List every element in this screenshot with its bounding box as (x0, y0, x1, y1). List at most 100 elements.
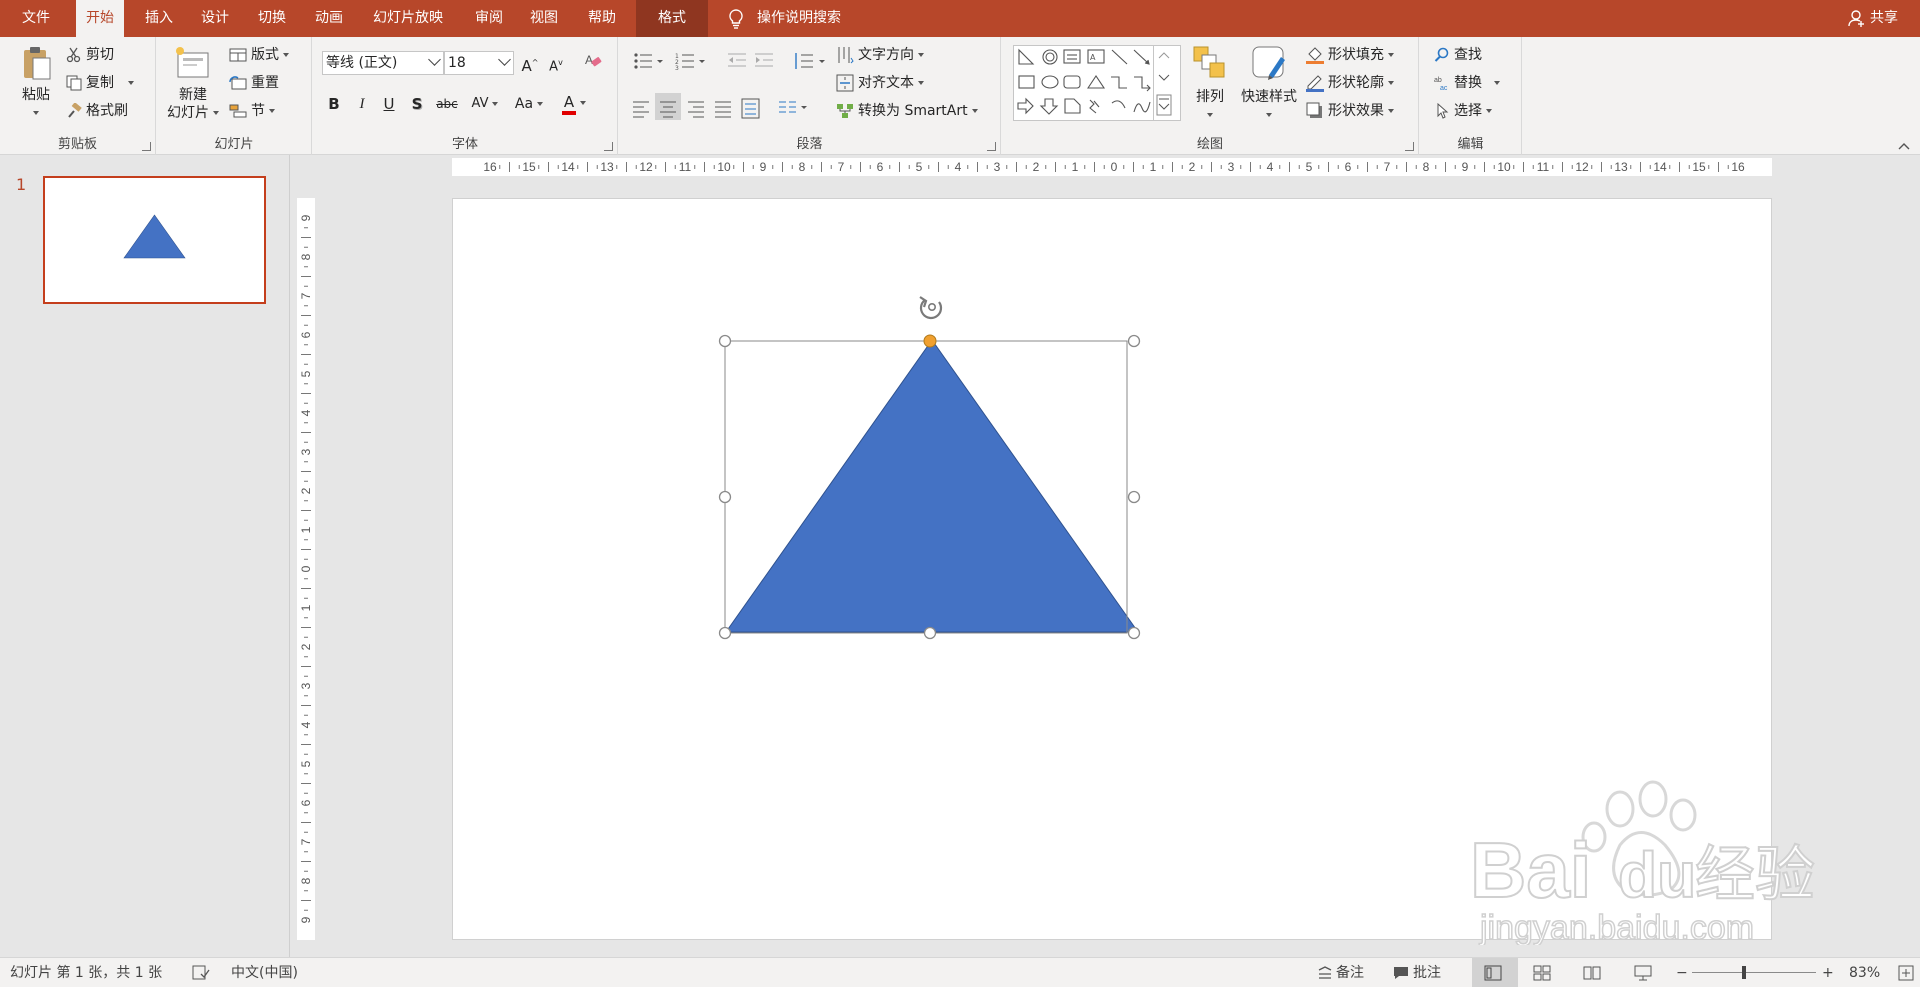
tab-format[interactable]: 格式 (636, 0, 708, 37)
tab-transitions[interactable]: 切换 (248, 0, 296, 37)
rotate-handle[interactable] (919, 296, 943, 320)
shapes-gallery-scroll[interactable] (1153, 45, 1174, 121)
resize-handle-left[interactable] (718, 490, 732, 504)
section-button[interactable]: 节 (229, 99, 275, 123)
shape-outline-button[interactable]: 形状轮廓 (1306, 71, 1394, 95)
vertical-ruler[interactable]: 9 8 7 6 5 4 3 2 1 0 1 2 3 4 5 6 7 8 9 (297, 198, 315, 940)
fit-slide-button[interactable] (1898, 958, 1918, 987)
chevron-down-icon (283, 53, 289, 57)
layout-button[interactable]: 版式 (229, 43, 289, 67)
slide-thumbnail[interactable] (43, 176, 266, 304)
find-button[interactable]: 查找 (1434, 43, 1482, 67)
normal-view-button[interactable] (1472, 958, 1518, 987)
ruler-label: 6 (299, 331, 313, 338)
bullets-button[interactable] (633, 49, 667, 73)
shrink-font-button[interactable]: Av (544, 51, 568, 75)
select-button[interactable]: 选择 (1434, 99, 1492, 123)
resize-handle-bottom[interactable] (923, 626, 937, 640)
tab-help[interactable]: 帮助 (578, 0, 626, 37)
align-center-button[interactable] (655, 93, 681, 120)
collapse-ribbon-icon[interactable] (1898, 142, 1910, 150)
tab-view[interactable]: 视图 (520, 0, 568, 37)
shape-fill-button[interactable]: 形状填充 (1306, 43, 1394, 67)
convert-smartart-button[interactable]: 转换为 SmartArt (836, 99, 978, 123)
text-shadow-button[interactable]: S (405, 92, 429, 116)
horizontal-ruler[interactable]: 16 15 14 13 12 11 10 9 8 7 6 5 4 3 2 1 0 1 2 3 4 5 6 7 8 9 10 11 12 1… (452, 158, 1772, 176)
justify-button[interactable] (713, 95, 735, 121)
underline-button[interactable]: U (377, 92, 401, 116)
dialog-launcher-icon[interactable] (142, 142, 151, 151)
ruler-label: 2 (1033, 160, 1040, 174)
resize-handle-top-right[interactable] (1127, 334, 1141, 348)
triangle-shape[interactable] (725, 339, 1139, 633)
line-spacing-button[interactable] (791, 49, 827, 73)
bold-button[interactable]: B (322, 92, 346, 116)
tab-home[interactable]: 开始 (76, 0, 124, 37)
tab-slideshow[interactable]: 幻灯片放映 (363, 0, 453, 37)
increase-indent-button[interactable] (754, 49, 778, 73)
section-label: 节 (251, 103, 265, 119)
paste-button[interactable]: 粘贴 (14, 45, 58, 122)
arrange-button[interactable]: 排列 (1188, 45, 1232, 124)
align-right-button[interactable] (685, 95, 707, 121)
zoom-in-button[interactable]: + (1822, 958, 1834, 987)
distributed-button[interactable] (740, 95, 762, 121)
share-label: 共享 (1870, 10, 1898, 26)
language-status[interactable]: 中文(中国) (231, 958, 298, 987)
share-button[interactable]: 共享 (1848, 0, 1898, 37)
decrease-indent-button[interactable] (727, 49, 751, 73)
tab-design[interactable]: 设计 (191, 0, 239, 37)
spell-check-status[interactable] (192, 958, 214, 987)
clear-formatting-button[interactable]: A (581, 51, 605, 75)
strikethrough-button[interactable]: abc (433, 92, 461, 116)
zoom-out-button[interactable]: − (1676, 958, 1688, 987)
numbering-button[interactable] (675, 49, 709, 73)
cut-button[interactable]: 剪切 (66, 43, 114, 67)
font-size-select[interactable]: 18 (444, 51, 514, 75)
zoom-level[interactable]: 83% (1849, 958, 1880, 987)
tab-review[interactable]: 审阅 (465, 0, 513, 37)
shape-effects-button[interactable]: 形状效果 (1306, 99, 1394, 123)
align-left-button[interactable] (631, 95, 653, 121)
columns-button[interactable] (777, 95, 813, 121)
chevron-down-icon[interactable] (128, 81, 134, 85)
font-color-button[interactable]: A (554, 90, 594, 115)
tab-file[interactable]: 文件 (12, 0, 60, 37)
copy-button[interactable]: 复制 (66, 71, 134, 95)
italic-button[interactable]: I (350, 92, 374, 116)
quick-styles-button[interactable]: 快速样式 (1236, 45, 1302, 124)
reading-view-button[interactable] (1583, 958, 1605, 987)
notes-button[interactable]: 备注 (1318, 958, 1364, 987)
chevron-down-icon (213, 111, 219, 115)
tell-me-search[interactable]: 操作说明搜索 (727, 0, 841, 37)
format-painter-button[interactable]: 格式刷 (66, 99, 128, 123)
align-text-button[interactable]: 对齐文本 (836, 71, 924, 95)
character-spacing-button[interactable]: AV (465, 92, 505, 116)
tab-animations[interactable]: 动画 (305, 0, 353, 37)
change-case-button[interactable]: Aa (509, 92, 549, 116)
replace-button[interactable]: ab ac 替换 (1434, 71, 1500, 95)
resize-handle-top-left[interactable] (718, 334, 732, 348)
zoom-slider-track[interactable] (1692, 972, 1816, 973)
dialog-launcher-icon[interactable] (1405, 142, 1414, 151)
comments-button[interactable]: 批注 (1393, 958, 1441, 987)
slide-sorter-button[interactable] (1533, 958, 1555, 987)
comment-icon (1394, 967, 1408, 979)
new-slide-button[interactable]: 新建 幻灯片 (163, 45, 223, 122)
font-group: 等线 (正文) 18 A^ Av A B I U S abc AV Aa A 字… (313, 37, 618, 155)
slideshow-button[interactable] (1634, 958, 1656, 987)
reset-button[interactable]: 重置 (229, 71, 279, 95)
adjustment-handle[interactable] (923, 334, 937, 348)
zoom-slider-thumb[interactable] (1742, 966, 1746, 979)
grow-font-button[interactable]: A^ (518, 51, 542, 75)
resize-handle-bottom-right[interactable] (1127, 626, 1141, 640)
tab-insert[interactable]: 插入 (135, 0, 183, 37)
dialog-launcher-icon[interactable] (604, 142, 613, 151)
font-name-select[interactable]: 等线 (正文) (322, 51, 444, 75)
drawing-group-label: 绘图 (1196, 137, 1223, 152)
resize-handle-bottom-left[interactable] (718, 626, 732, 640)
dialog-launcher-icon[interactable] (987, 142, 996, 151)
text-direction-button[interactable]: 文字方向 (836, 43, 924, 67)
resize-handle-right[interactable] (1127, 490, 1141, 504)
editing-group: 查找 ab ac 替换 选择 编辑 (1420, 37, 1522, 155)
